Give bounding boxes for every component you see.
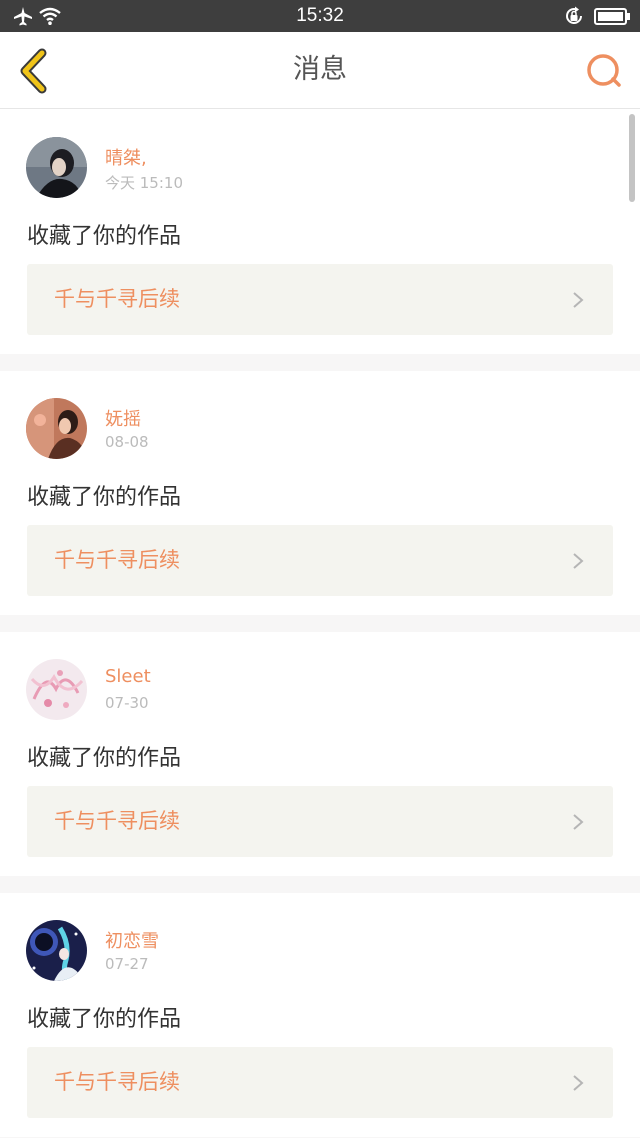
message-date: 07-27 bbox=[105, 955, 149, 973]
work-title: 千与千寻后续 bbox=[54, 809, 180, 833]
avatar[interactable] bbox=[26, 137, 87, 198]
user-name[interactable]: Sleet bbox=[105, 666, 151, 687]
work-title: 千与千寻后续 bbox=[54, 287, 180, 311]
search-button[interactable] bbox=[584, 52, 624, 92]
status-bar: 15:32 bbox=[0, 0, 640, 32]
user-name[interactable]: 妩摇 bbox=[105, 405, 141, 431]
user-name[interactable]: 初恋雪 bbox=[105, 927, 159, 953]
work-title: 千与千寻后续 bbox=[54, 548, 180, 572]
avatar[interactable] bbox=[26, 920, 87, 981]
chevron-right-icon bbox=[573, 553, 584, 569]
message-action: 收藏了你的作品 bbox=[27, 224, 182, 249]
message-date: 08-08 bbox=[105, 433, 149, 451]
search-icon bbox=[587, 54, 621, 87]
page-title: 消息 bbox=[293, 54, 347, 85]
work-title: 千与千寻后续 bbox=[54, 1070, 180, 1094]
message-action: 收藏了你的作品 bbox=[27, 746, 182, 771]
message-list[interactable]: 晴桀, 今天 15:10 收藏了你的作品 千与千寻后续 妩摇 08-08 收藏了… bbox=[0, 110, 640, 1138]
message-action: 收藏了你的作品 bbox=[27, 1007, 182, 1032]
message-card: 初恋雪 07-27 收藏了你的作品 千与千寻后续 bbox=[0, 893, 640, 1138]
work-link[interactable]: 千与千寻后续 bbox=[27, 786, 613, 857]
message-card: 晴桀, 今天 15:10 收藏了你的作品 千与千寻后续 bbox=[0, 110, 640, 371]
chevron-right-icon bbox=[573, 814, 584, 830]
chevron-right-icon bbox=[573, 292, 584, 308]
chevron-right-icon bbox=[573, 1075, 584, 1091]
avatar[interactable] bbox=[26, 659, 87, 720]
user-name[interactable]: 晴桀, bbox=[105, 144, 147, 170]
message-action: 收藏了你的作品 bbox=[27, 485, 182, 510]
scrollbar[interactable] bbox=[629, 114, 635, 202]
rotation-lock-icon bbox=[566, 6, 582, 24]
message-date: 07-30 bbox=[105, 694, 149, 712]
work-link[interactable]: 千与千寻后续 bbox=[27, 1047, 613, 1118]
battery-icon bbox=[594, 8, 630, 25]
work-link[interactable]: 千与千寻后续 bbox=[27, 264, 613, 335]
message-card: 妩摇 08-08 收藏了你的作品 千与千寻后续 bbox=[0, 371, 640, 632]
work-link[interactable]: 千与千寻后续 bbox=[27, 525, 613, 596]
avatar[interactable] bbox=[26, 398, 87, 459]
status-time: 15:32 bbox=[296, 5, 344, 26]
app-header: 消息 bbox=[0, 32, 640, 109]
message-date: 今天 15:10 bbox=[105, 174, 183, 192]
message-card: Sleet 07-30 收藏了你的作品 千与千寻后续 bbox=[0, 632, 640, 893]
